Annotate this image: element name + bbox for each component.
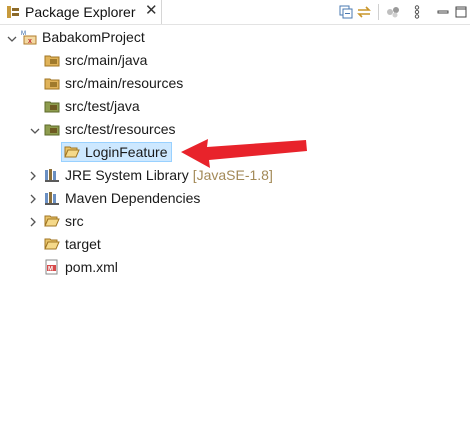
folder-icon [44,215,60,227]
tree-item-label: src/test/java [65,98,140,114]
tree-item-label: pom.xml [65,259,118,275]
close-icon[interactable]: ✕ [145,3,158,19]
chevron-right-icon[interactable] [28,171,38,181]
tree-item-label: Maven Dependencies [65,190,201,206]
folder-icon [44,238,60,250]
chevron-right-icon[interactable] [28,194,38,204]
view-toolbar [337,0,470,24]
maven-pom-icon: M [45,259,58,275]
package-folder-icon [44,101,60,113]
tab-package-explorer[interactable]: Package Explorer ✕ [0,0,162,24]
tree-item-label: JRE System Library [65,167,189,183]
library-icon [45,169,59,182]
minimize-icon[interactable] [434,3,452,21]
tree-item-maven-dependencies[interactable]: Maven Dependencies [44,187,200,209]
open-folder-icon [64,146,80,158]
chevron-right-icon[interactable] [28,217,38,227]
chevron-down-icon[interactable] [30,126,40,136]
tree-item-label: src/test/resources [65,121,176,137]
package-folder-icon [44,78,60,90]
selection-highlight: LoginFeature [61,142,172,162]
tree-item-target[interactable]: target [44,233,101,255]
maven-project-icon: M x [21,31,37,45]
tree-item-jre-library[interactable]: JRE System Library [JavaSE-1.8] [44,164,273,186]
tree-item-login-feature[interactable]: LoginFeature [61,141,172,163]
library-icon [45,192,59,205]
tree-item-pom-xml[interactable]: M pom.xml [44,256,118,278]
tree-item-src[interactable]: src [44,210,84,232]
link-with-editor-icon[interactable] [355,3,373,21]
maximize-icon[interactable] [452,3,470,21]
tree-item-label: src/main/java [65,52,148,68]
chevron-down-icon[interactable] [7,34,17,44]
tree-item-label: BabakomProject [42,29,145,45]
tree-item-label: src/main/resources [65,75,184,91]
tree-item-src-test-resources[interactable]: src/test/resources [44,118,175,140]
toolbar-separator [378,4,379,20]
package-folder-icon [44,55,60,67]
package-folder-icon [44,124,60,136]
tree-item-src-test-java[interactable]: src/test/java [44,95,140,117]
tree-item-label: LoginFeature [85,144,168,160]
view-menu-icon[interactable] [408,3,426,21]
collapse-all-icon[interactable] [337,3,355,21]
svg-text:M: M [48,267,53,273]
package-explorer-icon [7,6,19,18]
tree-item-src-main-java[interactable]: src/main/java [44,49,147,71]
focus-icon[interactable] [384,3,402,21]
tree-item-project[interactable]: M x BabakomProject [21,26,145,48]
tree-item-src-main-resources[interactable]: src/main/resources [44,72,183,94]
tree-item-label: src [65,213,84,229]
tree-item-label: target [65,236,101,252]
tab-title: Package Explorer [25,4,136,20]
view-tab-bar: Package Explorer ✕ [0,0,470,25]
svg-text:x: x [28,38,32,45]
jre-version-decoration: [JavaSE-1.8] [192,167,273,183]
